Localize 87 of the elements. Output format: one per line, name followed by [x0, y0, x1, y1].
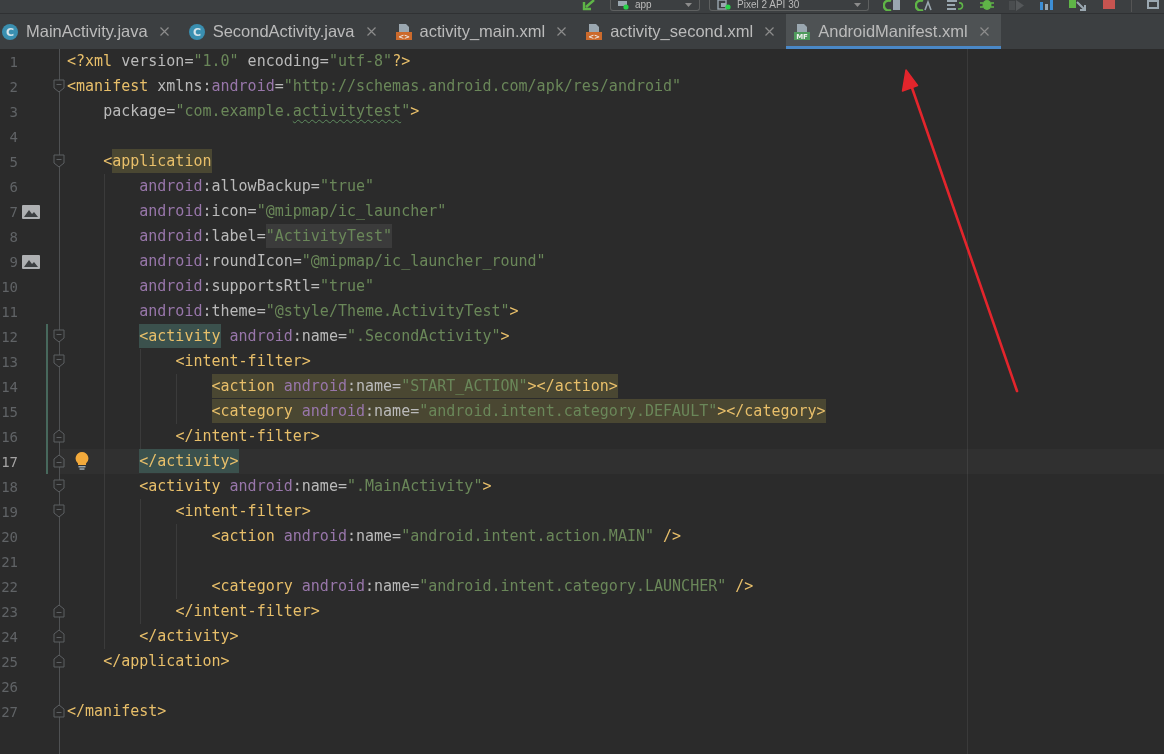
line-number: 1: [8, 53, 18, 70]
stop-icon[interactable]: [1101, 0, 1117, 11]
caret-icon: [685, 3, 692, 7]
code-line: <category android:name="android.intent.category.DEFAULT"></category>: [211, 399, 826, 424]
line-number: 25: [0, 653, 18, 670]
screen-icon[interactable]: [1146, 0, 1162, 11]
class-icon: C: [2, 23, 18, 40]
line-number: 19: [0, 503, 18, 520]
code-line: <application: [103, 149, 212, 174]
line-number: 8: [8, 228, 18, 245]
line-number: 24: [0, 628, 18, 645]
line-number: 15: [0, 403, 18, 420]
line-number: 10: [0, 278, 18, 295]
code-line: <action android:name="android.intent.action.MAIN" />: [211, 526, 682, 547]
device-icon: [717, 0, 731, 10]
line-number: 12: [0, 328, 18, 345]
code-change-icon[interactable]: [915, 0, 933, 11]
close-icon[interactable]: [366, 27, 376, 36]
code-line: android:allowBackup="true": [139, 176, 375, 197]
collapse-icon[interactable]: [53, 79, 65, 93]
code-line: <intent-filter>: [175, 351, 311, 372]
close-icon[interactable]: [765, 27, 775, 36]
caret-icon: [854, 3, 861, 7]
lightbulb-icon[interactable]: [75, 452, 89, 470]
collapse-icon[interactable]: [53, 354, 65, 368]
line-number: 20: [0, 528, 18, 545]
square-arrow-icon[interactable]: [1069, 0, 1087, 11]
image-icon[interactable]: [22, 204, 40, 219]
image-icon[interactable]: [22, 254, 40, 269]
collapse-icon[interactable]: [53, 479, 65, 493]
code-line: <action android:name="START_ACTION"></action>: [211, 374, 618, 399]
code-line: </activity>: [139, 626, 239, 647]
line-number: 6: [8, 178, 18, 195]
code-line: <?xml version="1.0" encoding="utf-8"?>: [67, 51, 411, 72]
code-line: </intent-filter>: [175, 426, 320, 447]
line-number: 3: [8, 103, 18, 120]
close-icon[interactable]: [557, 27, 567, 36]
line-number: 16: [0, 428, 18, 445]
device-dropdown[interactable]: Pixel 2 API 30: [709, 0, 869, 11]
line-number: 17: [0, 453, 18, 470]
line-number: 23: [0, 603, 18, 620]
fold-end-icon[interactable]: [53, 604, 65, 618]
line-number: 5: [8, 153, 18, 170]
code-line: </manifest>: [67, 701, 167, 722]
code-line: <category android:name="android.intent.category.LAUNCHER" />: [211, 576, 754, 597]
line-number: 9: [8, 253, 18, 270]
code-line: android:theme="@style/Theme.ActivityTest">: [139, 301, 519, 322]
line-number: 14: [0, 378, 18, 395]
line-number: 11: [0, 303, 18, 320]
collapse-icon[interactable]: [53, 329, 65, 343]
code-line: package="com.example.activitytest">: [103, 101, 420, 122]
collapse-icon[interactable]: [53, 154, 65, 168]
line-number: 22: [0, 578, 18, 595]
line-number: 2: [8, 78, 18, 95]
line-number: 7: [8, 203, 18, 220]
fold-end-icon[interactable]: [53, 454, 65, 468]
fold-end-icon[interactable]: [53, 429, 65, 443]
fold-end-icon[interactable]: [53, 629, 65, 643]
bar-chart-icon[interactable]: [1039, 0, 1055, 11]
code-line: <activity android:name=".MainActivity">: [139, 476, 492, 497]
code-line: </intent-filter>: [175, 601, 320, 622]
arrow-icon[interactable]: [581, 0, 595, 11]
line-number: 13: [0, 353, 18, 370]
collapse-icon[interactable]: [53, 504, 65, 518]
class-icon: C: [188, 23, 205, 40]
code-line: android:label="ActivityTest": [139, 224, 393, 249]
fold-end-icon[interactable]: [53, 654, 65, 668]
module-icon: [618, 0, 629, 10]
code-line: </application>: [103, 651, 230, 672]
line-number: 18: [0, 478, 18, 495]
code-line: android:supportsRtl="true": [139, 276, 375, 297]
code-line: android:icon="@mipmap/ic_launcher": [139, 201, 447, 222]
list-icon[interactable]: [947, 0, 965, 11]
line-number: 26: [0, 678, 18, 695]
bug-icon[interactable]: [979, 0, 995, 11]
code-line: android:roundIcon="@mipmap/ic_launcher_round": [139, 251, 546, 272]
line-number: 4: [8, 128, 18, 145]
close-icon[interactable]: [979, 27, 989, 36]
module-dropdown[interactable]: app: [610, 0, 700, 11]
rerun-icon[interactable]: [883, 0, 901, 11]
code-line: <activity android:name=".SecondActivity">: [139, 324, 510, 349]
code-line: <manifest xmlns:android="http://schemas.android.com/apk/res/android": [67, 76, 682, 97]
code-line: <intent-filter>: [175, 501, 311, 522]
line-number: 27: [0, 703, 18, 720]
line-number: 21: [0, 553, 18, 570]
fold-end-icon[interactable]: [53, 704, 65, 718]
close-icon[interactable]: [159, 27, 169, 36]
